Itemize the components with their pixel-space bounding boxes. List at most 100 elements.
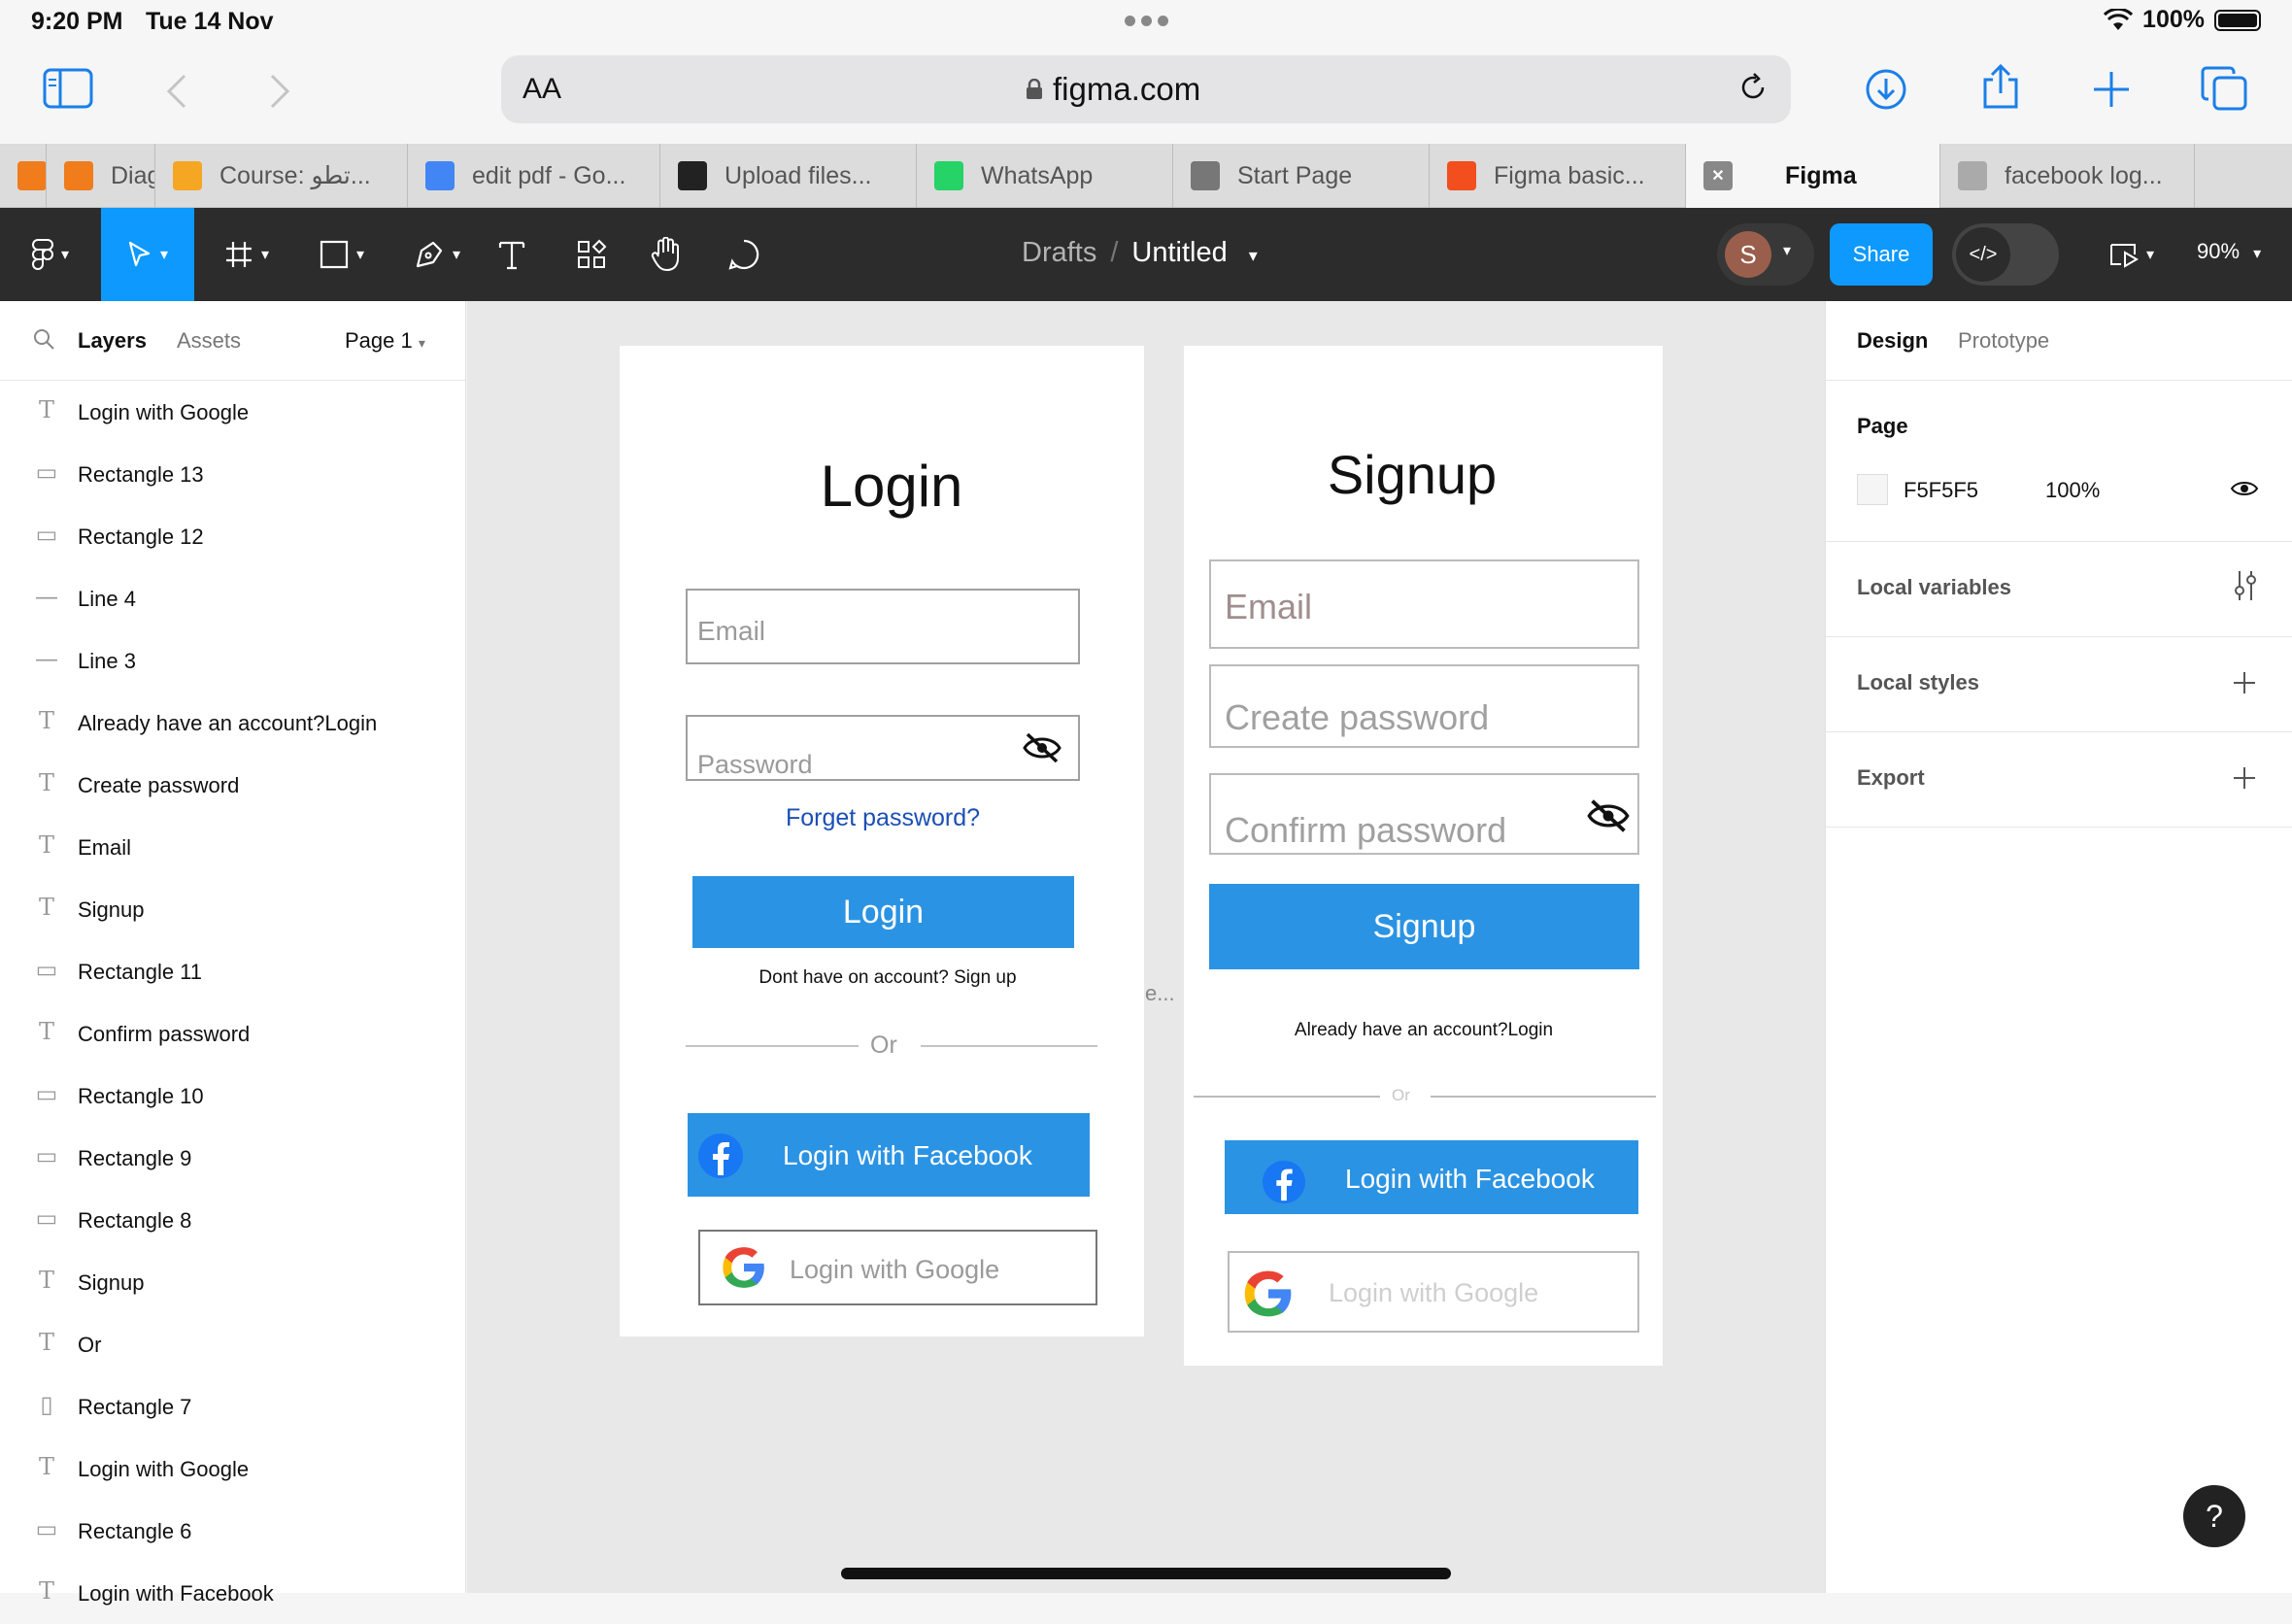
shape-tool-button[interactable]: ▾ (303, 208, 381, 301)
move-tool-button[interactable]: ▾ (101, 208, 194, 301)
browser-tab[interactable] (0, 144, 47, 208)
layer-row[interactable]: — Line 4 (0, 567, 465, 629)
tab-layers[interactable]: Layers (78, 328, 147, 354)
multiplayer-avatars[interactable]: S ▾ (1717, 223, 1814, 286)
page-color-hex[interactable]: F5F5F5 (1904, 478, 1978, 503)
drafts-link[interactable]: Drafts (1022, 237, 1096, 268)
tab-prototype[interactable]: Prototype (1958, 328, 2049, 354)
layer-row[interactable]: ▯ Rectangle 7 (0, 1375, 465, 1438)
eye-icon[interactable] (2230, 478, 2259, 499)
confirm-password-field[interactable]: Confirm password (1209, 773, 1639, 855)
close-tab-icon[interactable]: ✕ (1703, 161, 1733, 190)
home-indicator[interactable] (841, 1568, 1451, 1579)
layer-row[interactable]: ▭ Rectangle 9 (0, 1127, 465, 1189)
layer-row[interactable]: — Line 3 (0, 629, 465, 692)
layer-row[interactable]: T Create password (0, 754, 465, 816)
file-name[interactable]: Untitled (1131, 237, 1227, 268)
layer-row[interactable]: ▭ Rectangle 13 (0, 443, 465, 505)
local-variables-section[interactable]: Local variables (1826, 542, 2292, 637)
login-prompt[interactable]: Already have an account?Login (1184, 1020, 1664, 1041)
text-layer-icon: T (38, 1267, 54, 1294)
layer-row[interactable]: T Signup (0, 1251, 465, 1313)
eye-off-icon[interactable] (1022, 730, 1062, 765)
signup-google-button[interactable]: Login with Google (1228, 1251, 1639, 1333)
layer-row[interactable]: T Login with Google (0, 1438, 465, 1500)
local-styles-section[interactable]: Local styles (1826, 637, 2292, 732)
layer-row[interactable]: ▭ Rectangle 12 (0, 505, 465, 567)
browser-tab[interactable]: Figma basic... (1430, 144, 1686, 208)
layer-row[interactable]: T Signup (0, 878, 465, 940)
resources-button[interactable] (571, 208, 612, 301)
signup-facebook-button[interactable]: Login with Facebook (1225, 1140, 1638, 1214)
zoom-menu[interactable]: 90% ▾ (2197, 239, 2261, 264)
signup-frame[interactable]: Signup Email Create password Confirm pas… (1184, 346, 1663, 1366)
email-field[interactable]: Email (686, 589, 1080, 664)
share-button[interactable]: Share (1830, 223, 1933, 286)
tab-assets[interactable]: Assets (177, 328, 241, 354)
tab-design[interactable]: Design (1857, 328, 1928, 354)
eye-off-icon[interactable] (1586, 796, 1631, 835)
reload-icon[interactable] (1736, 71, 1770, 104)
page-select[interactable]: Page 1 ▾ (345, 328, 425, 354)
layer-row[interactable]: T Login with Facebook (0, 1562, 465, 1624)
plus-icon[interactable] (2232, 765, 2257, 791)
back-icon[interactable] (165, 72, 188, 111)
page-color-swatch[interactable] (1857, 474, 1888, 505)
signup-button[interactable]: Signup (1209, 884, 1639, 969)
forget-password-link[interactable]: Forget password? (620, 804, 1146, 832)
plus-icon[interactable] (2232, 670, 2257, 695)
sidebar-toggle-icon[interactable] (43, 68, 93, 109)
export-section[interactable]: Export (1826, 732, 2292, 828)
tab-overview-icon[interactable] (2201, 66, 2247, 111)
layer-row[interactable]: T Login with Google (0, 381, 465, 443)
help-button[interactable]: ? (2183, 1485, 2245, 1547)
browser-tab[interactable]: Upload files... (660, 144, 917, 208)
avatar[interactable]: S (1725, 231, 1771, 278)
download-icon[interactable] (1865, 68, 1907, 111)
hand-tool-button[interactable] (645, 208, 688, 301)
browser-tab[interactable]: edit pdf - Go... (408, 144, 660, 208)
layer-row[interactable]: ▭ Rectangle 10 (0, 1065, 465, 1127)
sliders-icon[interactable] (2232, 569, 2259, 602)
layer-row[interactable]: T Already have an account?Login (0, 692, 465, 754)
frame-tool-button[interactable]: ▾ (208, 208, 286, 301)
chevron-down-icon[interactable]: ▾ (1249, 246, 1258, 265)
browser-tab[interactable]: WhatsApp (917, 144, 1173, 208)
signup-prompt[interactable]: Dont have on account? Sign up (620, 967, 1156, 989)
layer-row[interactable]: ▭ Rectangle 11 (0, 940, 465, 1002)
reader-aa-button[interactable]: AA (522, 73, 561, 106)
file-breadcrumb[interactable]: Drafts / Untitled ▾ (1022, 237, 1258, 269)
pen-tool-button[interactable]: ▾ (398, 208, 476, 301)
login-button[interactable]: Login (692, 876, 1074, 948)
new-tab-icon[interactable] (2092, 70, 2131, 109)
login-google-button[interactable]: Login with Google (698, 1230, 1097, 1305)
browser-tab[interactable]: Diagr (47, 144, 155, 208)
search-icon[interactable] (33, 328, 54, 350)
share-sheet-icon[interactable] (1979, 64, 2022, 111)
forward-icon[interactable] (268, 72, 291, 111)
comment-tool-button[interactable] (723, 208, 765, 301)
layer-row[interactable]: T Email (0, 816, 465, 878)
layer-row[interactable]: ▭ Rectangle 8 (0, 1189, 465, 1251)
login-frame[interactable]: Login Email Password Forget password? Lo… (620, 346, 1144, 1336)
page-opacity[interactable]: 100% (2045, 478, 2100, 503)
address-bar[interactable]: AA figma.com (501, 55, 1791, 123)
truncated-frame-label[interactable]: e... (1145, 981, 1175, 1006)
main-menu-button[interactable]: ▾ (14, 208, 87, 301)
canvas[interactable]: Login Email Password Forget password? Lo… (467, 301, 1825, 1593)
text-tool-button[interactable] (491, 208, 532, 301)
present-button[interactable]: ▾ (2098, 208, 2166, 301)
browser-tab[interactable]: ✕ Figma (1686, 144, 1940, 208)
layer-row[interactable]: T Confirm password (0, 1002, 465, 1065)
login-facebook-button[interactable]: Login with Facebook (688, 1113, 1090, 1197)
layer-row[interactable]: ▭ Rectangle 6 (0, 1500, 465, 1562)
browser-tab[interactable]: Course: تطو... (155, 144, 408, 208)
create-password-field[interactable]: Create password (1209, 664, 1639, 748)
password-field[interactable]: Password (686, 715, 1080, 781)
browser-tab[interactable]: facebook log... (1940, 144, 2195, 208)
signup-email-field[interactable]: Email (1209, 559, 1639, 649)
browser-tab[interactable]: Start Page (1173, 144, 1430, 208)
dev-mode-toggle[interactable]: </> (1952, 223, 2059, 286)
layer-row[interactable]: T Or (0, 1313, 465, 1375)
multitasking-dots-icon[interactable] (1125, 16, 1168, 26)
